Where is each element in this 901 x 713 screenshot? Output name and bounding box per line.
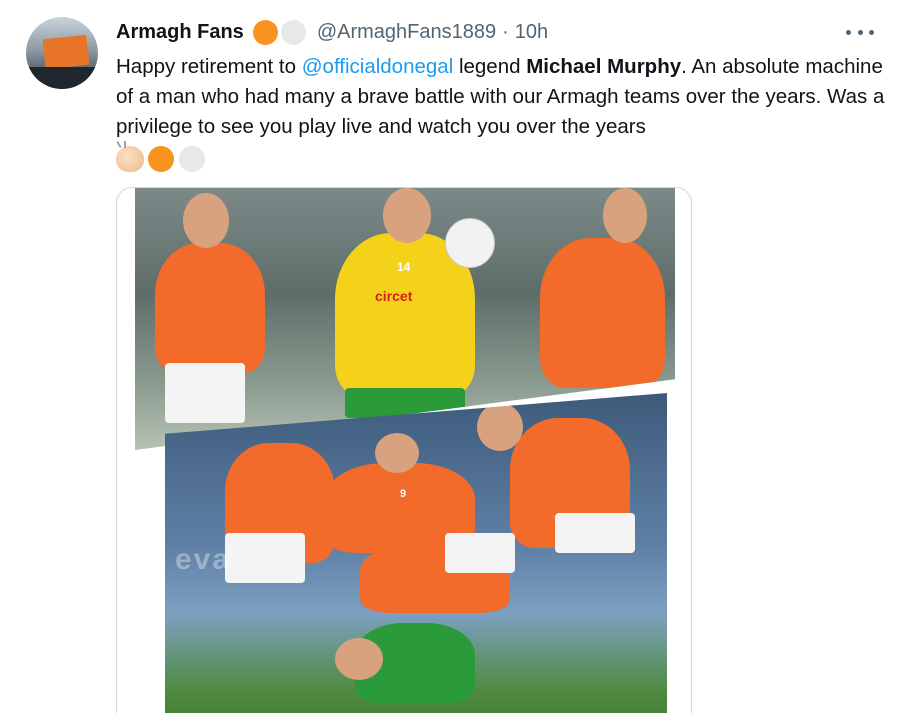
more-options-icon[interactable] [846, 24, 874, 40]
football [445, 218, 495, 268]
player-head [183, 193, 229, 248]
player-shorts [445, 533, 515, 573]
player-head [375, 433, 419, 473]
mention-link[interactable]: @officialdonegal [302, 55, 454, 78]
player-shorts [225, 533, 305, 583]
white-circle-icon [179, 146, 205, 172]
watermark: eva [175, 543, 232, 576]
display-name[interactable]: Armagh Fans [116, 21, 244, 44]
timestamp[interactable]: 10h [515, 21, 548, 44]
sponsor-text: circet [375, 288, 413, 304]
more-dot [857, 29, 863, 35]
tweet-text-part: Happy retirement to [116, 55, 302, 78]
tweet-media[interactable]: circet 14 9 eva [116, 187, 692, 713]
player-head [383, 188, 431, 243]
player-shorts [165, 363, 245, 423]
clapping-hands-icon [116, 141, 144, 172]
jersey-number: 14 [397, 260, 411, 274]
player-shorts [555, 513, 635, 553]
tweet[interactable]: Armagh Fans @ArmaghFans1889 · 10h Happy … [0, 0, 901, 713]
orange-circle-icon [252, 19, 278, 45]
player-head [603, 188, 647, 243]
player-armagh [155, 243, 265, 373]
jersey-number: 9 [400, 488, 407, 500]
orange-circle-icon [148, 146, 174, 172]
avatar-banner [42, 34, 90, 70]
player-head [477, 403, 523, 451]
tweet-header: Armagh Fans @ArmaghFans1889 · 10h [116, 18, 548, 46]
avatar-crowd [26, 67, 98, 89]
more-dot [846, 29, 851, 35]
user-handle[interactable]: @ArmaghFans1889 [317, 21, 496, 44]
tweet-text-part: legend [453, 55, 527, 78]
avatar[interactable] [26, 17, 98, 89]
tweet-text: Happy retirement to @officialdonegal leg… [116, 52, 886, 174]
photo-bottom[interactable]: 9 eva [165, 393, 667, 713]
player-armagh [540, 238, 665, 388]
more-dot [869, 29, 874, 35]
white-circle-icon [280, 19, 306, 45]
bold-name: Michael Murphy [526, 55, 682, 78]
separator-dot: · [502, 20, 509, 43]
emoji-row [116, 141, 886, 174]
player-head [335, 638, 383, 680]
